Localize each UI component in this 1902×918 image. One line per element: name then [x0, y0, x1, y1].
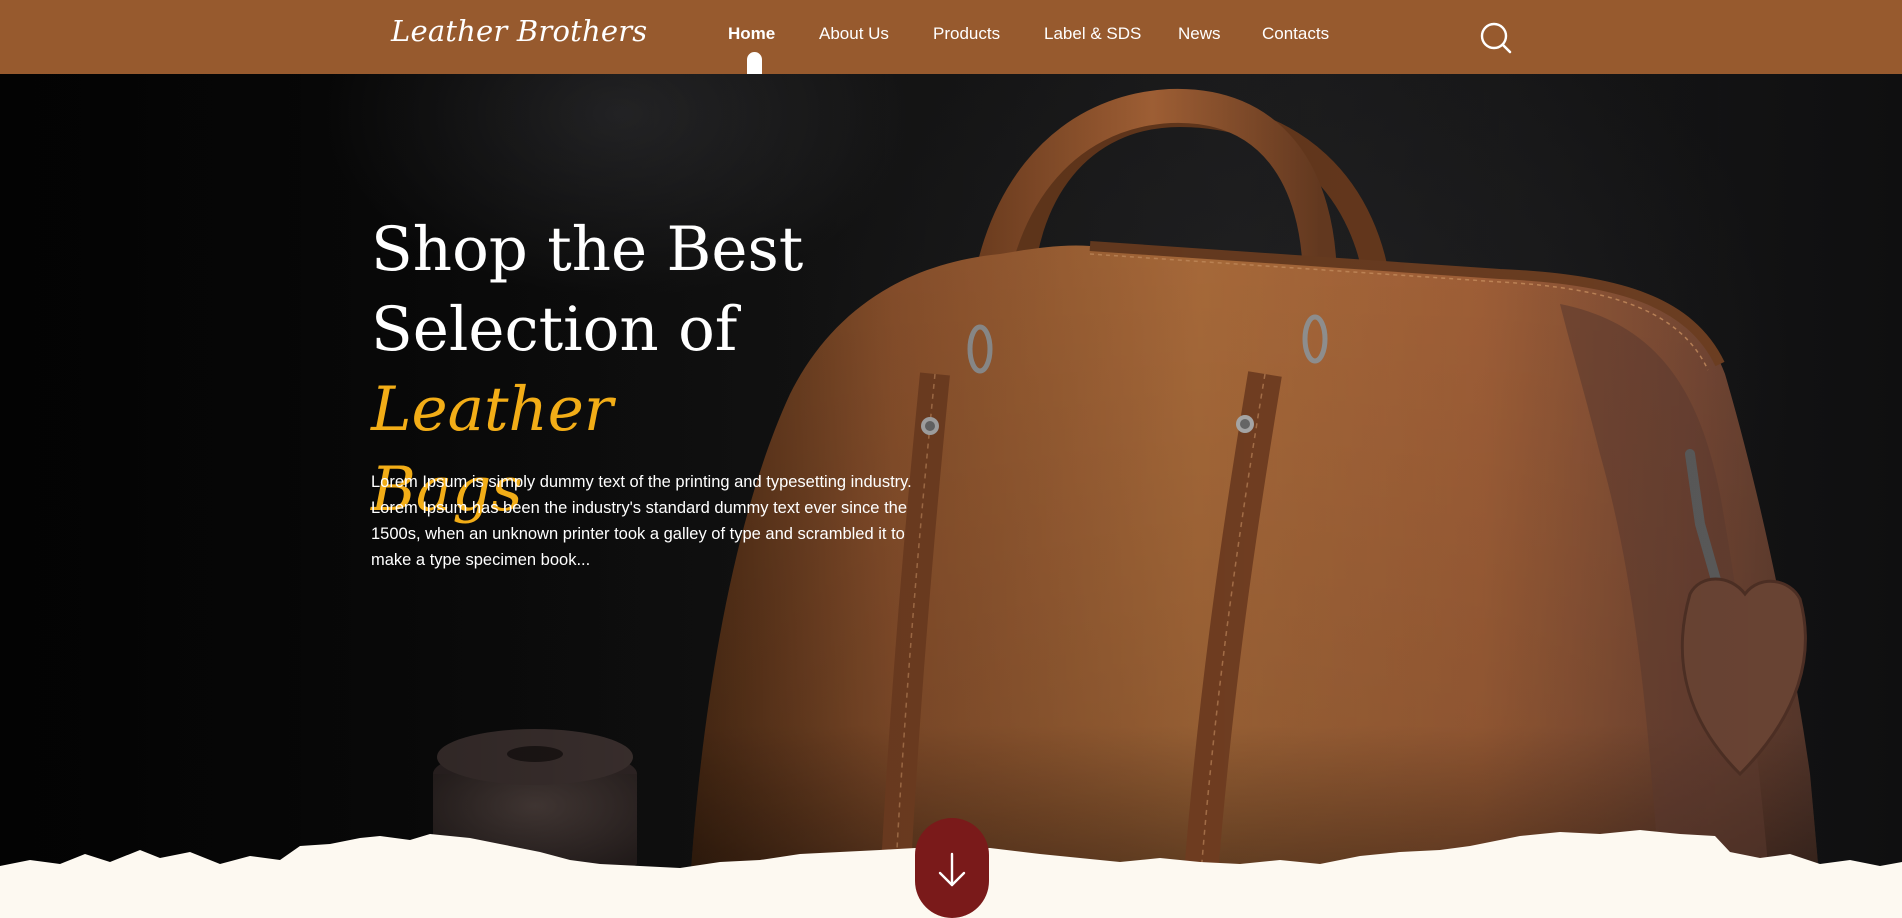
- hero-heading-line1: Shop the Best: [371, 214, 804, 285]
- hero-heading-accent-leather: Leather: [371, 374, 614, 445]
- nav-label-sds[interactable]: Label & SDS: [1044, 24, 1141, 44]
- hero-heading-line2: Selection of: [371, 294, 738, 365]
- scroll-down-button[interactable]: [915, 818, 989, 918]
- brand-logo[interactable]: Leather Brothers: [391, 14, 647, 48]
- nav-products[interactable]: Products: [933, 24, 1000, 44]
- nav-news[interactable]: News: [1178, 24, 1221, 44]
- hero-section: Shop the Best Selection of Leather Bags …: [0, 74, 1902, 886]
- navbar: Leather Brothers Home About Us Products …: [0, 0, 1902, 74]
- nav-about-us[interactable]: About Us: [819, 24, 889, 44]
- nav-home[interactable]: Home: [728, 24, 775, 44]
- hero-description: Lorem Ipsum is simply dummy text of the …: [371, 473, 912, 569]
- search-button[interactable]: [1480, 22, 1512, 54]
- nav-contacts[interactable]: Contacts: [1262, 24, 1329, 44]
- arrow-down-icon: [938, 852, 966, 887]
- active-nav-indicator: [747, 52, 762, 74]
- search-icon: [1480, 22, 1512, 54]
